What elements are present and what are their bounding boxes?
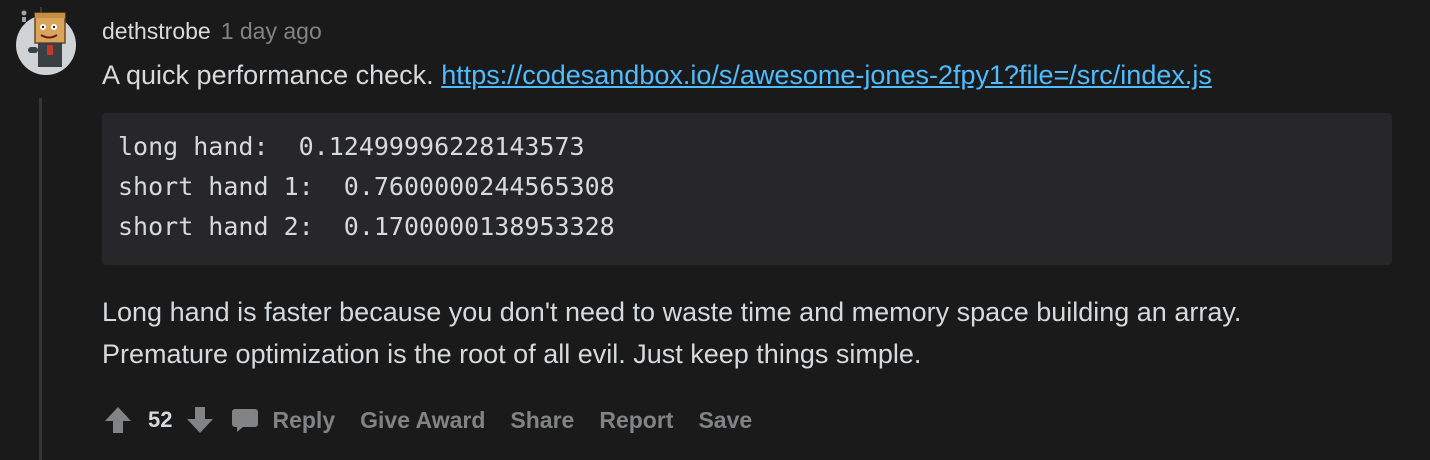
intro-text: A quick performance check. [102,60,434,90]
arrow-down-icon [187,407,214,433]
vote-score: 52 [148,407,173,432]
comment-header: dethstrobe 1 day ago [102,18,322,48]
speech-bubble-icon [230,405,260,435]
timestamp[interactable]: 1 day ago [221,18,322,45]
body-line: Premature optimization is the root of al… [102,339,922,369]
reply-button[interactable]: Reply [230,405,335,435]
share-button[interactable]: Share [510,407,574,434]
code-block: long hand: 0.12499996228143573 short han… [102,113,1392,265]
upvote-button[interactable] [102,404,134,436]
comment-intro: A quick performance check. https://codes… [102,60,1212,91]
code-line: short hand 1: 0.7600000244565308 [118,172,615,201]
save-button[interactable]: Save [698,407,752,434]
downvote-button[interactable] [184,404,216,436]
code-line: long hand: 0.12499996228143573 [118,132,585,161]
comment-actions: 52 Reply Give Award Share Report Save [102,400,752,440]
username[interactable]: dethstrobe [102,18,211,45]
report-button[interactable]: Report [599,407,673,434]
codesandbox-link[interactable]: https://codesandbox.io/s/awesome-jones-2… [441,60,1212,90]
reply-label: Reply [272,406,336,433]
give-award-button[interactable]: Give Award [360,407,485,434]
user-avatar[interactable] [14,5,78,77]
code-line: short hand 2: 0.1700000138953328 [118,212,615,241]
arrow-up-icon [105,407,131,433]
body-line: Long hand is faster because you don't ne… [102,297,1242,327]
thread-line[interactable] [39,98,42,460]
comment: dethstrobe 1 day ago A quick performance… [0,0,1430,460]
